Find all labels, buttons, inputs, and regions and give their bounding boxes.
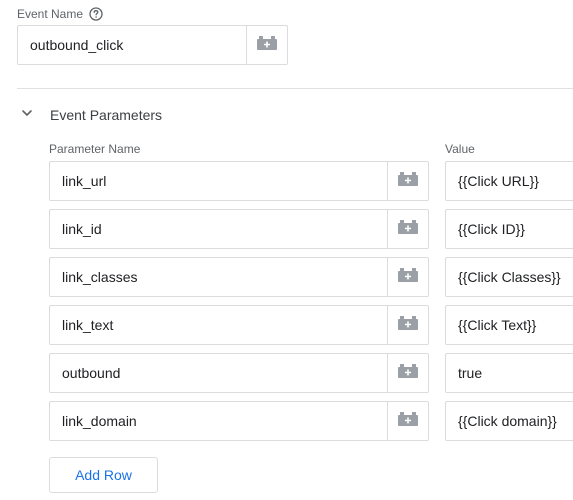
add-row-button[interactable]: Add Row (49, 457, 158, 493)
event-parameters-title: Event Parameters (50, 107, 163, 123)
parameter-name-value[interactable]: link_id (50, 210, 387, 248)
parameter-name-value[interactable]: link_domain (50, 402, 387, 440)
parameter-variable-button[interactable] (387, 210, 428, 248)
parameter-value-field[interactable]: {{Click ID}} (445, 209, 573, 249)
parameter-name-field[interactable]: outbound (49, 353, 429, 393)
parameter-name-value[interactable]: link_url (50, 162, 387, 200)
parameter-name-value[interactable]: link_classes (50, 258, 387, 296)
parameter-name-field[interactable]: link_url (49, 161, 429, 201)
event-parameters-toggle[interactable]: Event Parameters (20, 106, 162, 124)
parameter-value-field[interactable]: {{Click URL}} (445, 161, 573, 201)
variable-brick-icon (397, 219, 419, 240)
parameter-name-value[interactable]: link_text (50, 306, 387, 344)
event-name-field[interactable]: outbound_click (17, 25, 288, 65)
parameter-name-field[interactable]: link_domain (49, 401, 429, 441)
variable-brick-icon (256, 35, 278, 56)
variable-brick-icon (397, 315, 419, 336)
event-name-variable-button[interactable] (246, 26, 287, 64)
parameter-value-field[interactable]: {{Click Text}} (445, 305, 573, 345)
event-name-label: Event Name (17, 7, 84, 21)
parameter-value-field[interactable]: {{Click Classes}} (445, 257, 573, 297)
parameter-variable-button[interactable] (387, 162, 428, 200)
help-icon[interactable] (89, 7, 103, 21)
column-header-value: Value (445, 142, 475, 156)
parameter-variable-button[interactable] (387, 402, 428, 440)
parameter-variable-button[interactable] (387, 306, 428, 344)
parameter-name-field[interactable]: link_id (49, 209, 429, 249)
section-divider (17, 88, 573, 89)
parameter-name-value[interactable]: outbound (50, 354, 387, 392)
variable-brick-icon (397, 171, 419, 192)
variable-brick-icon (397, 267, 419, 288)
event-name-label-row: Event Name (17, 6, 103, 22)
parameter-variable-button[interactable] (387, 354, 428, 392)
parameter-value-field[interactable]: true (445, 353, 573, 393)
chevron-down-icon (20, 106, 34, 125)
parameter-variable-button[interactable] (387, 258, 428, 296)
parameter-name-field[interactable]: link_text (49, 305, 429, 345)
column-header-parameter-name: Parameter Name (49, 142, 141, 156)
variable-brick-icon (397, 363, 419, 384)
parameter-value-field[interactable]: {{Click domain}} (445, 401, 573, 441)
event-name-value[interactable]: outbound_click (18, 26, 246, 64)
variable-brick-icon (397, 411, 419, 432)
parameter-name-field[interactable]: link_classes (49, 257, 429, 297)
